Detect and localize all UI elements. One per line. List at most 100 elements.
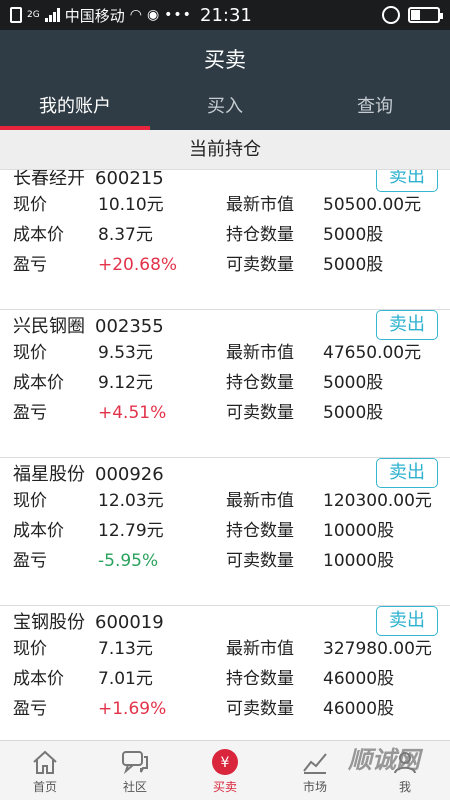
market-value: 47650.00元	[323, 343, 422, 363]
sell-button[interactable]: 卖出	[376, 606, 438, 636]
market-value: 327980.00元	[323, 639, 432, 659]
tab-query[interactable]: 查询	[300, 88, 450, 130]
pnl-row: 盈亏 +1.69% 可卖数量 46000股	[0, 694, 450, 724]
sellable-label: 可卖数量	[226, 551, 294, 571]
alarm-icon	[382, 6, 400, 24]
stock-title: 宝钢股份 600019	[13, 608, 164, 634]
holding-value: 10000股	[323, 521, 395, 541]
price-label: 现价	[13, 343, 47, 363]
stock-title: 福星股份 000926	[13, 460, 164, 486]
nav-label: 买卖	[212, 780, 237, 794]
market-value-label: 最新市值	[226, 195, 294, 215]
holding-value: 46000股	[323, 669, 395, 689]
nav-market[interactable]: 市场	[270, 741, 360, 800]
tab-my-account[interactable]: 我的账户	[0, 88, 150, 130]
stock-name: 福星股份	[13, 464, 85, 485]
pnl-label: 盈亏	[13, 551, 47, 571]
price-row: 现价 7.13元 最新市值 327980.00元	[0, 634, 450, 664]
sim-card-icon	[10, 7, 22, 23]
stock-title: 长春经开 600215	[13, 170, 164, 190]
network-type: 2G	[27, 9, 40, 20]
bottom-nav: 首页 社区 ¥ 买卖 市场 我	[0, 740, 450, 800]
holding-card: 宝钢股份 600019 卖出 现价 7.13元 最新市值 327980.00元 成…	[0, 606, 450, 740]
price-value: 10.10元	[98, 195, 164, 215]
holding-label: 持仓数量	[226, 669, 294, 689]
pnl-row: 盈亏 -5.95% 可卖数量 10000股	[0, 546, 450, 576]
stock-code: 600215	[95, 170, 164, 189]
signal-icon	[44, 8, 60, 22]
nav-me[interactable]: 我	[360, 741, 450, 800]
market-value-label: 最新市值	[226, 491, 294, 511]
pnl-row: 盈亏 +20.68% 可卖数量 5000股	[0, 250, 450, 280]
cost-label: 成本价	[13, 225, 64, 245]
sell-button[interactable]: 卖出	[376, 310, 438, 340]
wifi-icon: ◠	[129, 7, 142, 23]
cost-label: 成本价	[13, 373, 64, 393]
carrier-name: 中国移动	[64, 6, 125, 25]
stock-name: 兴民钢圈	[13, 316, 85, 337]
sellable-label: 可卖数量	[226, 255, 294, 275]
pnl-label: 盈亏	[13, 699, 47, 719]
user-icon	[394, 752, 416, 774]
price-row: 现价 12.03元 最新市值 120300.00元	[0, 486, 450, 516]
holding-label: 持仓数量	[226, 225, 294, 245]
cost-row: 成本价 12.79元 持仓数量 10000股	[0, 516, 450, 546]
pnl-value: +4.51%	[98, 403, 167, 423]
sellable-value: 46000股	[323, 699, 395, 719]
section-title: 当前持仓	[0, 130, 450, 170]
price-value: 12.03元	[98, 491, 164, 511]
battery-icon	[408, 7, 443, 23]
stock-name: 宝钢股份	[13, 612, 85, 633]
cost-label: 成本价	[13, 521, 64, 541]
tab-bar: 我的账户 买入 查询	[0, 88, 450, 130]
sellable-value: 5000股	[323, 403, 384, 423]
clock: 21:31	[200, 5, 252, 26]
sellable-label: 可卖数量	[226, 403, 294, 423]
cost-row: 成本价 7.01元 持仓数量 46000股	[0, 664, 450, 694]
sell-button[interactable]: 卖出	[376, 170, 438, 192]
cost-value: 9.12元	[98, 373, 153, 393]
pnl-label: 盈亏	[13, 403, 47, 423]
market-value-label: 最新市值	[226, 343, 294, 363]
pnl-row: 盈亏 +4.51% 可卖数量 5000股	[0, 398, 450, 428]
market-value-label: 最新市值	[226, 639, 294, 659]
holdings-list[interactable]: 长春经开 600215 卖出 现价 10.10元 最新市值 50500.00元 成…	[0, 170, 450, 740]
price-label: 现价	[13, 639, 47, 659]
holding-label: 持仓数量	[226, 521, 294, 541]
market-value: 50500.00元	[323, 195, 422, 215]
holding-value: 5000股	[323, 225, 384, 245]
price-value: 7.13元	[98, 639, 153, 659]
stock-code: 600019	[95, 612, 164, 633]
pnl-value: -5.95%	[98, 551, 159, 571]
trade-icon: ¥	[212, 749, 238, 775]
price-label: 现价	[13, 195, 47, 215]
cost-row: 成本价 8.37元 持仓数量 5000股	[0, 220, 450, 250]
sellable-label: 可卖数量	[226, 699, 294, 719]
cost-value: 12.79元	[98, 521, 164, 541]
sellable-value: 10000股	[323, 551, 395, 571]
cost-value: 8.37元	[98, 225, 153, 245]
cost-row: 成本价 9.12元 持仓数量 5000股	[0, 368, 450, 398]
holding-card: 长春经开 600215 卖出 现价 10.10元 最新市值 50500.00元 成…	[0, 170, 450, 310]
holding-label: 持仓数量	[226, 373, 294, 393]
pnl-value: +1.69%	[98, 699, 167, 719]
holding-card: 福星股份 000926 卖出 现价 12.03元 最新市值 120300.00元 …	[0, 458, 450, 606]
price-row: 现价 9.53元 最新市值 47650.00元	[0, 338, 450, 368]
chat-icon	[122, 751, 148, 775]
nav-home[interactable]: 首页	[0, 741, 90, 800]
status-bar: 2G 中国移动 ◠ ◉ ••• 21:31	[0, 0, 450, 30]
market-icon	[303, 753, 327, 774]
nav-trade[interactable]: ¥ 买卖	[180, 741, 270, 800]
tab-buy[interactable]: 买入	[150, 88, 300, 130]
sell-button[interactable]: 卖出	[376, 458, 438, 488]
nav-community[interactable]: 社区	[90, 741, 180, 800]
pnl-value: +20.68%	[98, 255, 178, 275]
price-row: 现价 10.10元 最新市值 50500.00元	[0, 190, 450, 220]
page-title: 买卖	[204, 48, 246, 72]
svg-text:¥: ¥	[221, 755, 230, 771]
price-label: 现价	[13, 491, 47, 511]
pnl-label: 盈亏	[13, 255, 47, 275]
price-value: 9.53元	[98, 343, 153, 363]
stock-code: 000926	[95, 464, 164, 485]
nav-label: 社区	[122, 780, 147, 794]
